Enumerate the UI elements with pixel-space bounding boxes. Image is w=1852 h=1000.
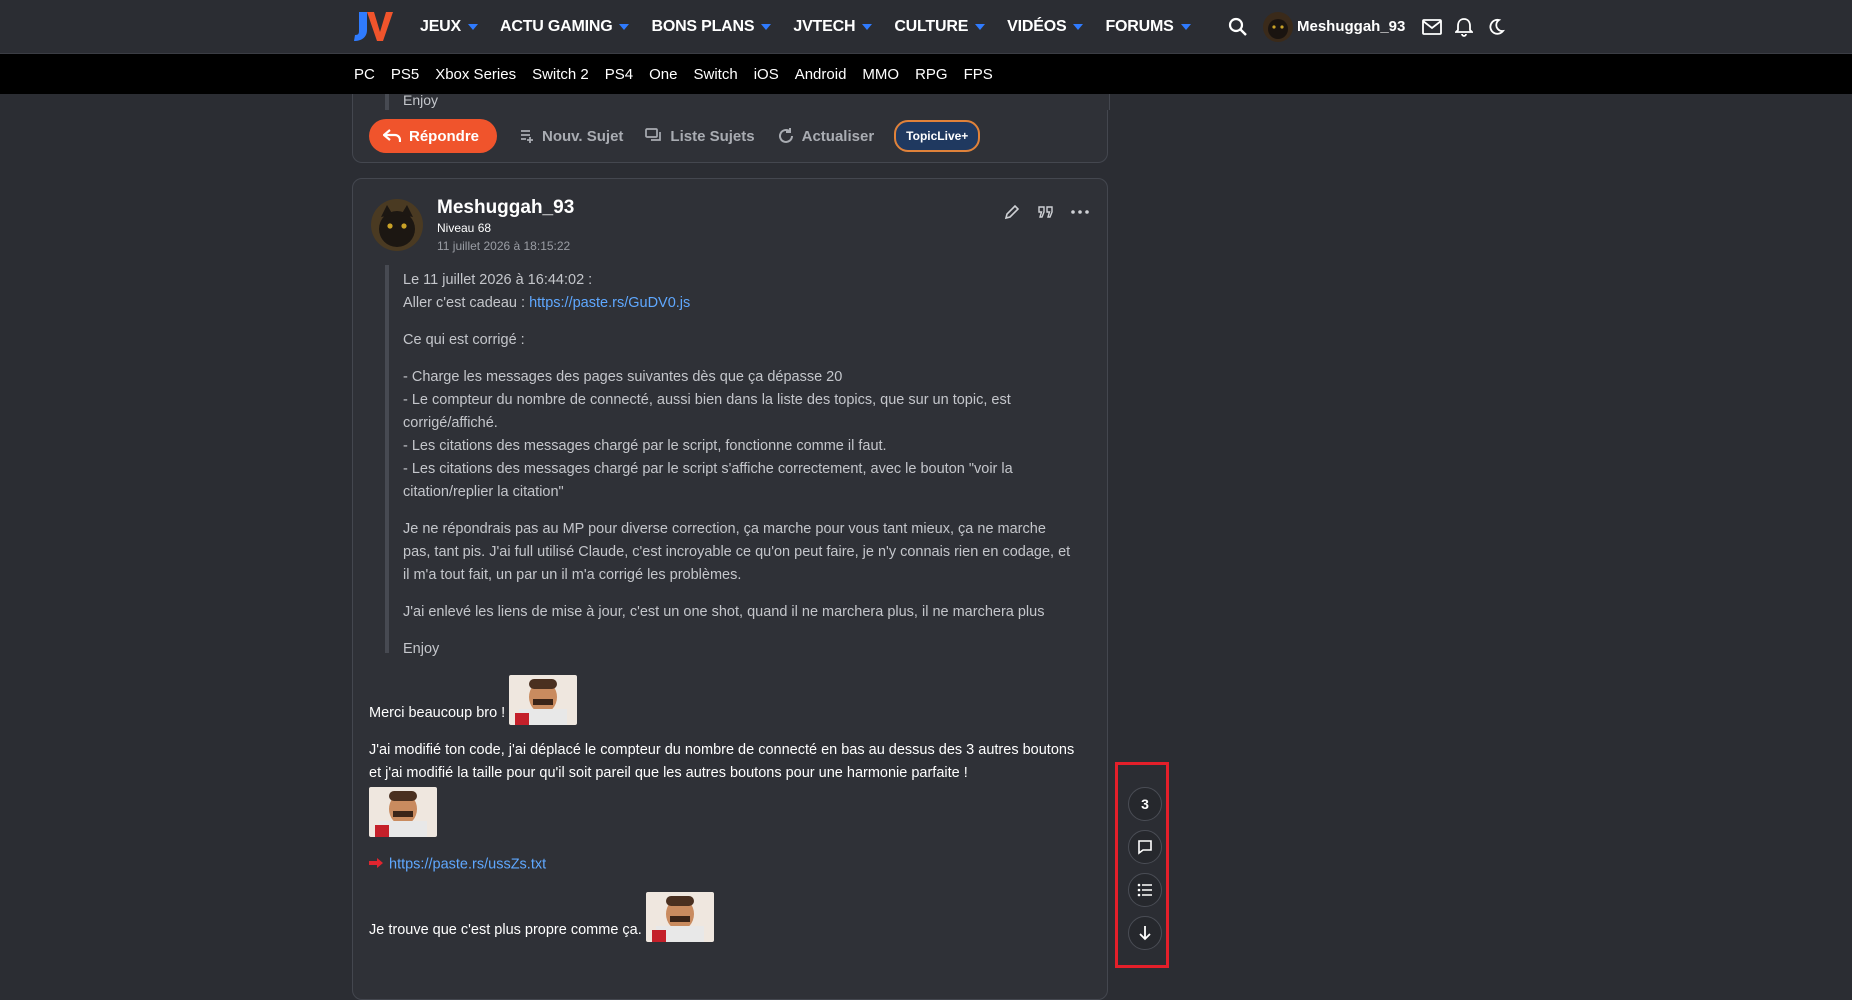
caret-down-icon bbox=[619, 23, 630, 30]
chat-list-icon bbox=[645, 128, 662, 141]
list-icon[interactable] bbox=[1128, 873, 1162, 907]
user-area: Meshuggah_93 bbox=[1225, 0, 1509, 53]
quote-fix-item: - Charge les messages des pages suivante… bbox=[403, 369, 843, 385]
mail-icon[interactable] bbox=[1419, 14, 1445, 40]
topic-action-bar: Répondre Nouv. Sujet Liste Sujets Actual… bbox=[352, 110, 1108, 163]
quote-bar bbox=[385, 94, 389, 110]
reply-link[interactable]: https://paste.rs/ussZs.txt bbox=[389, 856, 546, 872]
caret-down-icon bbox=[468, 23, 478, 30]
nav-jvtech[interactable]: JVTECH bbox=[793, 18, 873, 36]
quote-paragraph: J'ai enlevé les liens de mise à jour, c'… bbox=[403, 604, 1045, 620]
avatar[interactable] bbox=[1263, 11, 1293, 42]
author-avatar[interactable] bbox=[371, 199, 423, 251]
floating-toolbar: 3 bbox=[1115, 762, 1169, 968]
refresh-icon bbox=[778, 128, 793, 143]
platform-bar: PC PS5 Xbox Series Switch 2 PS4 One Swit… bbox=[0, 54, 1852, 94]
quote-fixed-title: Ce qui est corrigé : bbox=[403, 332, 525, 348]
new-topic-icon bbox=[521, 130, 534, 143]
nav-videos[interactable]: VIDÉOS bbox=[1007, 18, 1084, 36]
platform-pc[interactable]: PC bbox=[354, 66, 375, 83]
platform-xbox-series[interactable]: Xbox Series bbox=[435, 66, 516, 83]
reply-button[interactable]: Répondre bbox=[369, 119, 498, 153]
top-navbar: JEUX ACTU GAMING BONS PLANS JVTECH CULTU… bbox=[0, 0, 1852, 54]
nav-jeux[interactable]: JEUX bbox=[420, 18, 478, 36]
reply-thanks: Merci beaucoup bro ! bbox=[369, 705, 510, 721]
quote-outro: Enjoy bbox=[403, 641, 440, 657]
quoted-message: Le 11 juillet 2026 à 16:44:02 : Aller c'… bbox=[385, 265, 1079, 657]
quote-paragraph: Je ne répondrais pas au MP pour diverse … bbox=[403, 521, 1071, 583]
risitas-sticker bbox=[645, 892, 714, 943]
connected-count-badge[interactable]: 3 bbox=[1128, 787, 1162, 821]
quote-header: Le 11 juillet 2026 à 16:44:02 : bbox=[403, 272, 593, 288]
moon-icon[interactable] bbox=[1483, 14, 1509, 40]
platform-rpg[interactable]: RPG bbox=[915, 66, 948, 83]
nav-culture[interactable]: CULTURE bbox=[894, 18, 986, 36]
caret-down-icon bbox=[862, 23, 873, 30]
previous-post-text: Enjoy bbox=[403, 92, 439, 108]
nav-actu-gaming[interactable]: ACTU GAMING bbox=[500, 18, 630, 36]
platform-one[interactable]: One bbox=[649, 66, 677, 83]
topiclive-button[interactable]: TopicLive+ bbox=[894, 120, 981, 152]
platform-list: PC PS5 Xbox Series Switch 2 PS4 One Swit… bbox=[354, 54, 1009, 94]
quote-fix-item: - Les citations des messages chargé par … bbox=[403, 461, 1013, 500]
username-link[interactable]: Meshuggah_93 bbox=[1297, 18, 1405, 35]
topic-list-button[interactable]: Liste Sujets bbox=[645, 128, 755, 145]
new-topic-button[interactable]: Nouv. Sujet bbox=[519, 128, 623, 145]
post-tools bbox=[991, 199, 1093, 225]
jv-logo[interactable] bbox=[351, 8, 393, 44]
risitas-sticker bbox=[369, 787, 437, 837]
bell-icon[interactable] bbox=[1451, 14, 1477, 40]
nav-forums[interactable]: FORUMS bbox=[1105, 18, 1191, 36]
platform-switch[interactable]: Switch bbox=[694, 66, 738, 83]
red-arrow-icon bbox=[369, 853, 383, 876]
quote-body: Le 11 juillet 2026 à 16:44:02 : Aller c'… bbox=[403, 269, 1073, 675]
forum-post: Meshuggah_93 Niveau 68 11 juillet 2026 à… bbox=[352, 178, 1108, 1000]
quote-fix-item: - Le compteur du nombre de connecté, aus… bbox=[403, 392, 1011, 431]
platform-fps[interactable]: FPS bbox=[964, 66, 993, 83]
platform-android[interactable]: Android bbox=[795, 66, 847, 83]
nav-bons-plans[interactable]: BONS PLANS bbox=[651, 18, 772, 36]
platform-switch-2[interactable]: Switch 2 bbox=[532, 66, 589, 83]
caret-down-icon bbox=[975, 23, 986, 30]
post-date[interactable]: 11 juillet 2026 à 18:15:22 bbox=[437, 239, 570, 253]
platform-mmo[interactable]: MMO bbox=[862, 66, 899, 83]
platform-ios[interactable]: iOS bbox=[754, 66, 779, 83]
reply-arrow-icon bbox=[383, 129, 401, 142]
edit-icon[interactable] bbox=[999, 199, 1025, 225]
reply-text: J'ai modifié ton code, j'ai déplacé le c… bbox=[369, 742, 1075, 781]
more-options-icon[interactable] bbox=[1067, 199, 1093, 225]
reply-closing: Je trouve que c'est plus propre comme ça… bbox=[369, 922, 646, 939]
platform-ps5[interactable]: PS5 bbox=[391, 66, 419, 83]
quote-intro: Aller c'est cadeau : bbox=[403, 295, 530, 311]
risitas-sticker bbox=[509, 675, 578, 725]
caret-down-icon bbox=[1073, 23, 1084, 30]
quote-link[interactable]: https://paste.rs/GuDV0.js bbox=[529, 295, 690, 311]
refresh-button[interactable]: Actualiser bbox=[777, 127, 874, 145]
previous-post-tail: Enjoy bbox=[352, 92, 1110, 110]
search-icon[interactable] bbox=[1225, 14, 1251, 40]
chat-bubble-icon[interactable] bbox=[1128, 830, 1162, 864]
quote-icon[interactable] bbox=[1033, 199, 1059, 225]
caret-down-icon bbox=[1180, 23, 1191, 30]
quote-fix-item: - Les citations des messages chargé par … bbox=[403, 438, 887, 454]
reply-body: Merci beaucoup bro ! J'ai modifié ton co… bbox=[369, 675, 1089, 943]
platform-ps4[interactable]: PS4 bbox=[605, 66, 633, 83]
author-level: Niveau 68 bbox=[437, 221, 492, 235]
caret-down-icon bbox=[761, 23, 772, 30]
post-author[interactable]: Meshuggah_93 bbox=[437, 197, 574, 219]
main-nav: JEUX ACTU GAMING BONS PLANS JVTECH CULTU… bbox=[420, 0, 1213, 53]
arrow-down-icon[interactable] bbox=[1128, 916, 1162, 950]
